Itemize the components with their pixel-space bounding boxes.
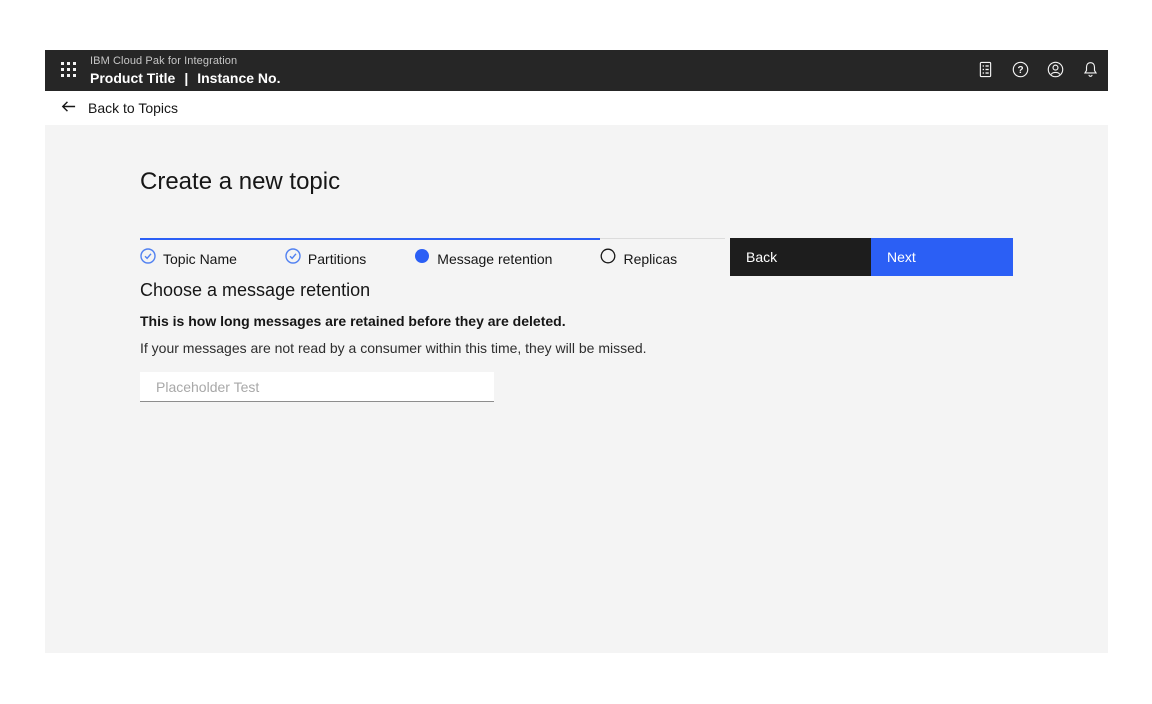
instance-number: Instance No. — [197, 71, 280, 85]
help-icon: ? — [1011, 60, 1030, 82]
section-heading: Choose a message retention — [140, 280, 370, 301]
app-switcher-icon — [61, 62, 76, 80]
retention-lead-text: This is how long messages are retained b… — [140, 313, 566, 329]
progress-indicator: Topic Name Partitions Message retenti — [140, 238, 725, 269]
step-label: Partitions — [308, 251, 366, 267]
step-label: Topic Name — [163, 251, 237, 267]
product-title-row: Product Title | Instance No. — [90, 71, 280, 85]
product-line-label: IBM Cloud Pak for Integration — [90, 56, 280, 67]
step-incomplete-icon — [600, 248, 616, 269]
step-label: Message retention — [437, 251, 552, 267]
page-title: Create a new topic — [140, 168, 340, 196]
step-message-retention[interactable]: Message retention — [414, 238, 600, 269]
app-switcher-button[interactable] — [50, 50, 86, 91]
back-arrow-icon — [60, 98, 77, 118]
back-to-topics-label: Back to Topics — [88, 100, 178, 116]
breadcrumb-bar: Back to Topics — [45, 91, 1108, 125]
app-window: IBM Cloud Pak for Integration Product Ti… — [45, 50, 1108, 653]
step-topic-name[interactable]: Topic Name — [140, 238, 285, 269]
step-current-icon — [414, 248, 430, 269]
wizard-buttons: Back Next — [730, 238, 1013, 276]
next-button[interactable]: Next — [871, 238, 1013, 276]
title-separator: | — [184, 71, 188, 85]
back-to-topics-link[interactable]: Back to Topics — [60, 98, 178, 118]
svg-text:?: ? — [1017, 64, 1023, 75]
user-avatar-icon — [1046, 60, 1065, 82]
step-replicas[interactable]: Replicas — [600, 238, 725, 269]
retention-sub-text: If your messages are not read by a consu… — [140, 340, 647, 356]
step-label: Replicas — [623, 251, 677, 267]
notifications-icon — [1081, 60, 1100, 82]
top-header-bar: IBM Cloud Pak for Integration Product Ti… — [45, 50, 1108, 91]
help-button[interactable]: ? — [1003, 50, 1038, 91]
header-action-icons: ? — [968, 50, 1108, 91]
step-complete-icon — [285, 248, 301, 269]
product-title: Product Title — [90, 71, 175, 85]
step-partitions[interactable]: Partitions — [285, 238, 414, 269]
message-retention-input[interactable] — [140, 372, 494, 402]
documentation-button[interactable] — [968, 50, 1003, 91]
header-titles: IBM Cloud Pak for Integration Product Ti… — [90, 56, 280, 85]
back-button[interactable]: Back — [730, 238, 871, 276]
create-topic-panel: Create a new topic Topic Name — [45, 125, 1108, 653]
notifications-button[interactable] — [1073, 50, 1108, 91]
user-profile-button[interactable] — [1038, 50, 1073, 91]
documentation-icon — [976, 60, 995, 82]
step-complete-icon — [140, 248, 156, 269]
